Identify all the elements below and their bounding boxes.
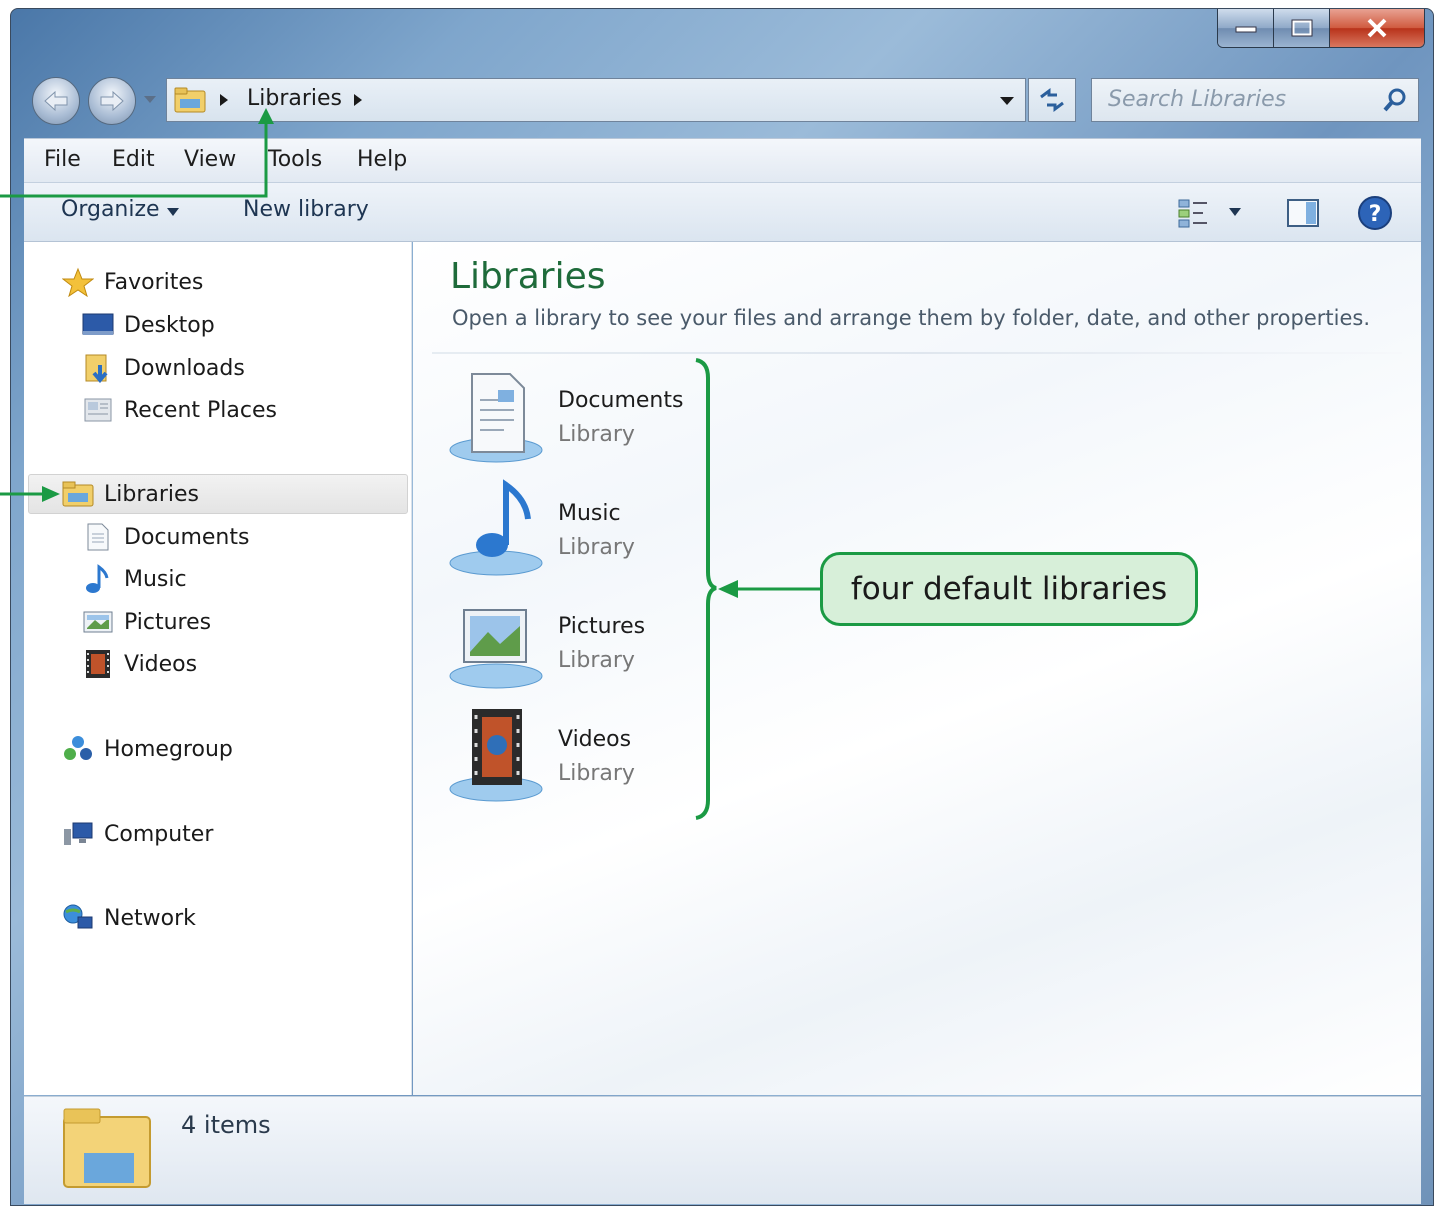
annotation-callout: four default libraries [820, 552, 1198, 626]
annotation-leader-line [0, 122, 268, 198]
annotation-arrowhead [718, 580, 738, 598]
annotation-brace [695, 358, 717, 820]
annotation-arrowhead [258, 108, 274, 124]
annotation-arrowhead [42, 486, 60, 502]
annotation-overlay [0, 108, 820, 820]
